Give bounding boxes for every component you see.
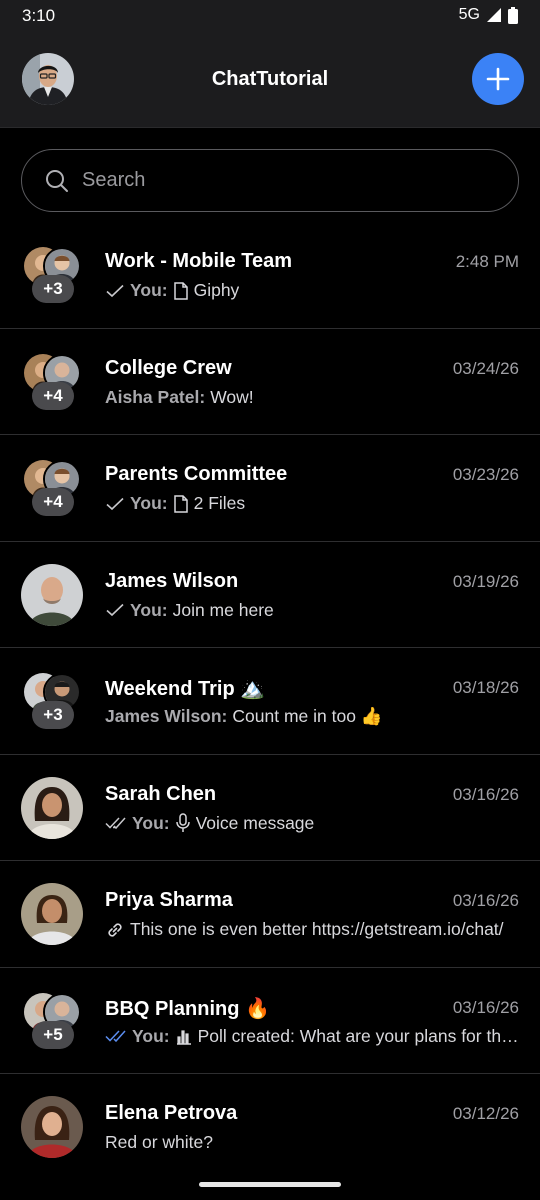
system-nav-bar (0, 1168, 540, 1200)
member-count-badge: +3 (32, 701, 74, 729)
message-preview: Poll created: What are your plans for th… (197, 1025, 520, 1046)
signal-icon (487, 8, 501, 22)
last-message: You: Poll created: What are your plans f… (105, 1026, 520, 1047)
microphone-icon (175, 813, 190, 832)
last-message: You: 2 Files (105, 493, 520, 514)
battery-icon (508, 6, 518, 24)
message-preview: Count me in too 👍 (232, 706, 383, 726)
channel-row-weekend-trip[interactable]: +3 Weekend Trip 🏔️ 03/18/26 James Wilson… (0, 648, 540, 755)
search-icon (46, 169, 68, 192)
channel-timestamp: 03/18/26 (452, 678, 519, 697)
status-bar: 3:10 5G (0, 0, 540, 32)
plus-icon (486, 67, 510, 91)
message-preview: Wow! (210, 386, 254, 407)
double-check-icon (105, 817, 126, 830)
file-icon (173, 281, 188, 300)
message-sender: You: (130, 280, 168, 300)
message-preview: This one is even better https://getstrea… (130, 919, 504, 939)
search-input[interactable]: Search (21, 149, 519, 212)
group-avatar: +4 (21, 351, 83, 413)
app-title: ChatTutorial (211, 68, 329, 90)
member-count-badge: +4 (32, 488, 74, 516)
channel-row-sarah-chen[interactable]: Sarah Chen 03/16/26 You: Voice message (0, 755, 540, 861)
channel-title: Weekend Trip 🏔️ (105, 678, 266, 700)
channel-title: College Crew (105, 356, 232, 379)
app-header: ChatTutorial (0, 32, 540, 128)
last-message: James Wilson: Count me in too 👍 (105, 706, 520, 727)
message-sender: Aisha Patel: (105, 386, 206, 407)
channel-row-elena-petrova[interactable]: Elena Petrova 03/12/26 Red or white? (0, 1074, 540, 1181)
group-avatar: +5 (21, 990, 83, 1052)
member-count-badge: +4 (32, 381, 74, 410)
network-label: 5G (458, 6, 480, 23)
last-message: This one is even better https://getstrea… (105, 919, 520, 940)
contact-avatar (21, 776, 83, 839)
last-message: Aisha Patel: Wow! (105, 387, 520, 408)
message-sender: You: (130, 493, 168, 513)
channel-timestamp: 03/23/26 (452, 465, 519, 484)
home-gesture-handle[interactable] (199, 1182, 341, 1187)
channel-title: Priya Sharma (105, 889, 233, 911)
channel-title: Sarah Chen (105, 782, 217, 805)
channel-timestamp: 03/16/26 (452, 891, 519, 910)
channel-timestamp: 03/16/26 (452, 997, 519, 1017)
message-preview: Voice message (195, 812, 315, 833)
channel-row-work-mobile-team[interactable]: +3 Work - Mobile Team 2:48 PM You: Giphy (0, 222, 540, 329)
channel-title: James Wilson (105, 569, 239, 592)
channel-timestamp: 03/16/26 (452, 784, 519, 804)
channel-title: Parents Committee (105, 463, 288, 485)
file-icon (173, 494, 188, 513)
channel-title: Work - Mobile Team (105, 250, 293, 272)
channel-timestamp: 03/19/26 (452, 571, 519, 591)
member-count-badge: +3 (32, 275, 74, 303)
member-count-badge: +5 (32, 1020, 74, 1049)
contact-avatar (21, 1096, 83, 1158)
message-sender: James Wilson: (105, 706, 228, 726)
channel-timestamp: 03/24/26 (452, 358, 519, 378)
message-sender: You: (130, 599, 168, 620)
status-time: 3:10 (22, 6, 56, 25)
link-icon (108, 922, 122, 937)
contact-avatar (21, 563, 83, 626)
double-check-read-icon (105, 1030, 126, 1043)
group-avatar: +4 (21, 457, 83, 519)
new-chat-button[interactable] (472, 53, 524, 105)
channel-row-james-wilson[interactable]: James Wilson 03/19/26 You: Join me here (0, 542, 540, 648)
channel-list: +3 Work - Mobile Team 2:48 PM You: Giphy… (0, 222, 540, 1181)
last-message: Red or white? (105, 1132, 520, 1153)
last-message: You: Voice message (105, 813, 520, 834)
channel-row-college-crew[interactable]: +4 College Crew 03/24/26 Aisha Patel: Wo… (0, 329, 540, 435)
channel-title: Elena Petrova (105, 1102, 238, 1124)
message-sender: You: (132, 1025, 170, 1046)
header-divider (0, 127, 540, 128)
channel-row-priya-sharma[interactable]: Priya Sharma 03/16/26 This one is even b… (0, 861, 540, 968)
message-preview: Red or white? (105, 1132, 213, 1152)
single-check-icon (106, 603, 124, 617)
message-preview: Giphy (193, 280, 240, 300)
poll-icon (176, 1030, 191, 1045)
message-sender: You: (132, 812, 170, 833)
channel-row-bbq-planning[interactable]: +5 BBQ Planning 🔥 03/16/26 You: Poll cre… (0, 968, 540, 1074)
last-message: You: Join me here (105, 600, 520, 621)
channel-row-parents-committee[interactable]: +4 Parents Committee 03/23/26 You: 2 Fil… (0, 435, 540, 542)
group-avatar: +3 (21, 670, 83, 732)
single-check-icon (106, 497, 124, 510)
channel-timestamp: 03/12/26 (452, 1104, 519, 1123)
channel-timestamp: 2:48 PM (455, 252, 519, 271)
contact-avatar (21, 883, 83, 945)
message-preview: 2 Files (193, 493, 246, 513)
message-preview: Join me here (172, 599, 274, 620)
group-avatar: +3 (21, 244, 83, 306)
single-check-icon (106, 284, 124, 297)
search-placeholder: Search (82, 169, 146, 191)
channel-title: BBQ Planning 🔥 (105, 997, 270, 1020)
last-message: You: Giphy (105, 280, 520, 301)
status-indicators: 5G (459, 6, 518, 24)
